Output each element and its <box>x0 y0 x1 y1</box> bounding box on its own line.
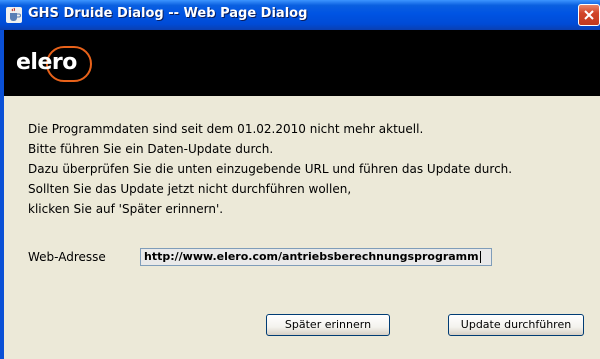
url-value: http://www.elero.com/antriebsberechnungs… <box>144 250 479 263</box>
url-input[interactable]: http://www.elero.com/antriebsberechnungs… <box>140 248 492 266</box>
perform-update-button[interactable]: Update durchführen <box>448 314 584 336</box>
window-title: GHS Druide Dialog -- Web Page Dialog <box>28 6 308 21</box>
close-button[interactable] <box>578 4 600 26</box>
remind-later-button[interactable]: Später erinnern <box>266 314 390 336</box>
title-bar[interactable]: GHS Druide Dialog -- Web Page Dialog <box>0 0 600 30</box>
dialog-content: elero Die Programmdaten sind seit dem 01… <box>4 30 600 359</box>
close-icon <box>584 10 594 20</box>
header-banner: elero <box>4 30 600 96</box>
message-line-3: Dazu überprüfen Sie die unten einzugeben… <box>28 162 513 176</box>
message-line-2: Bitte führen Sie ein Daten-Update durch. <box>28 142 274 156</box>
message-line-1: Die Programmdaten sind seit dem 01.02.20… <box>28 122 424 136</box>
elero-logo: elero <box>12 46 94 82</box>
message-line-5: klicken Sie auf 'Später erinnern'. <box>28 202 224 216</box>
message-line-4: Sollten Sie das Update jetzt nicht durch… <box>28 182 352 196</box>
dialog-window: GHS Druide Dialog -- Web Page Dialog ele… <box>0 0 600 359</box>
logo-text: elero <box>16 50 77 75</box>
url-label: Web-Adresse <box>28 250 106 264</box>
text-caret <box>479 251 481 263</box>
java-cup-icon <box>6 7 22 23</box>
